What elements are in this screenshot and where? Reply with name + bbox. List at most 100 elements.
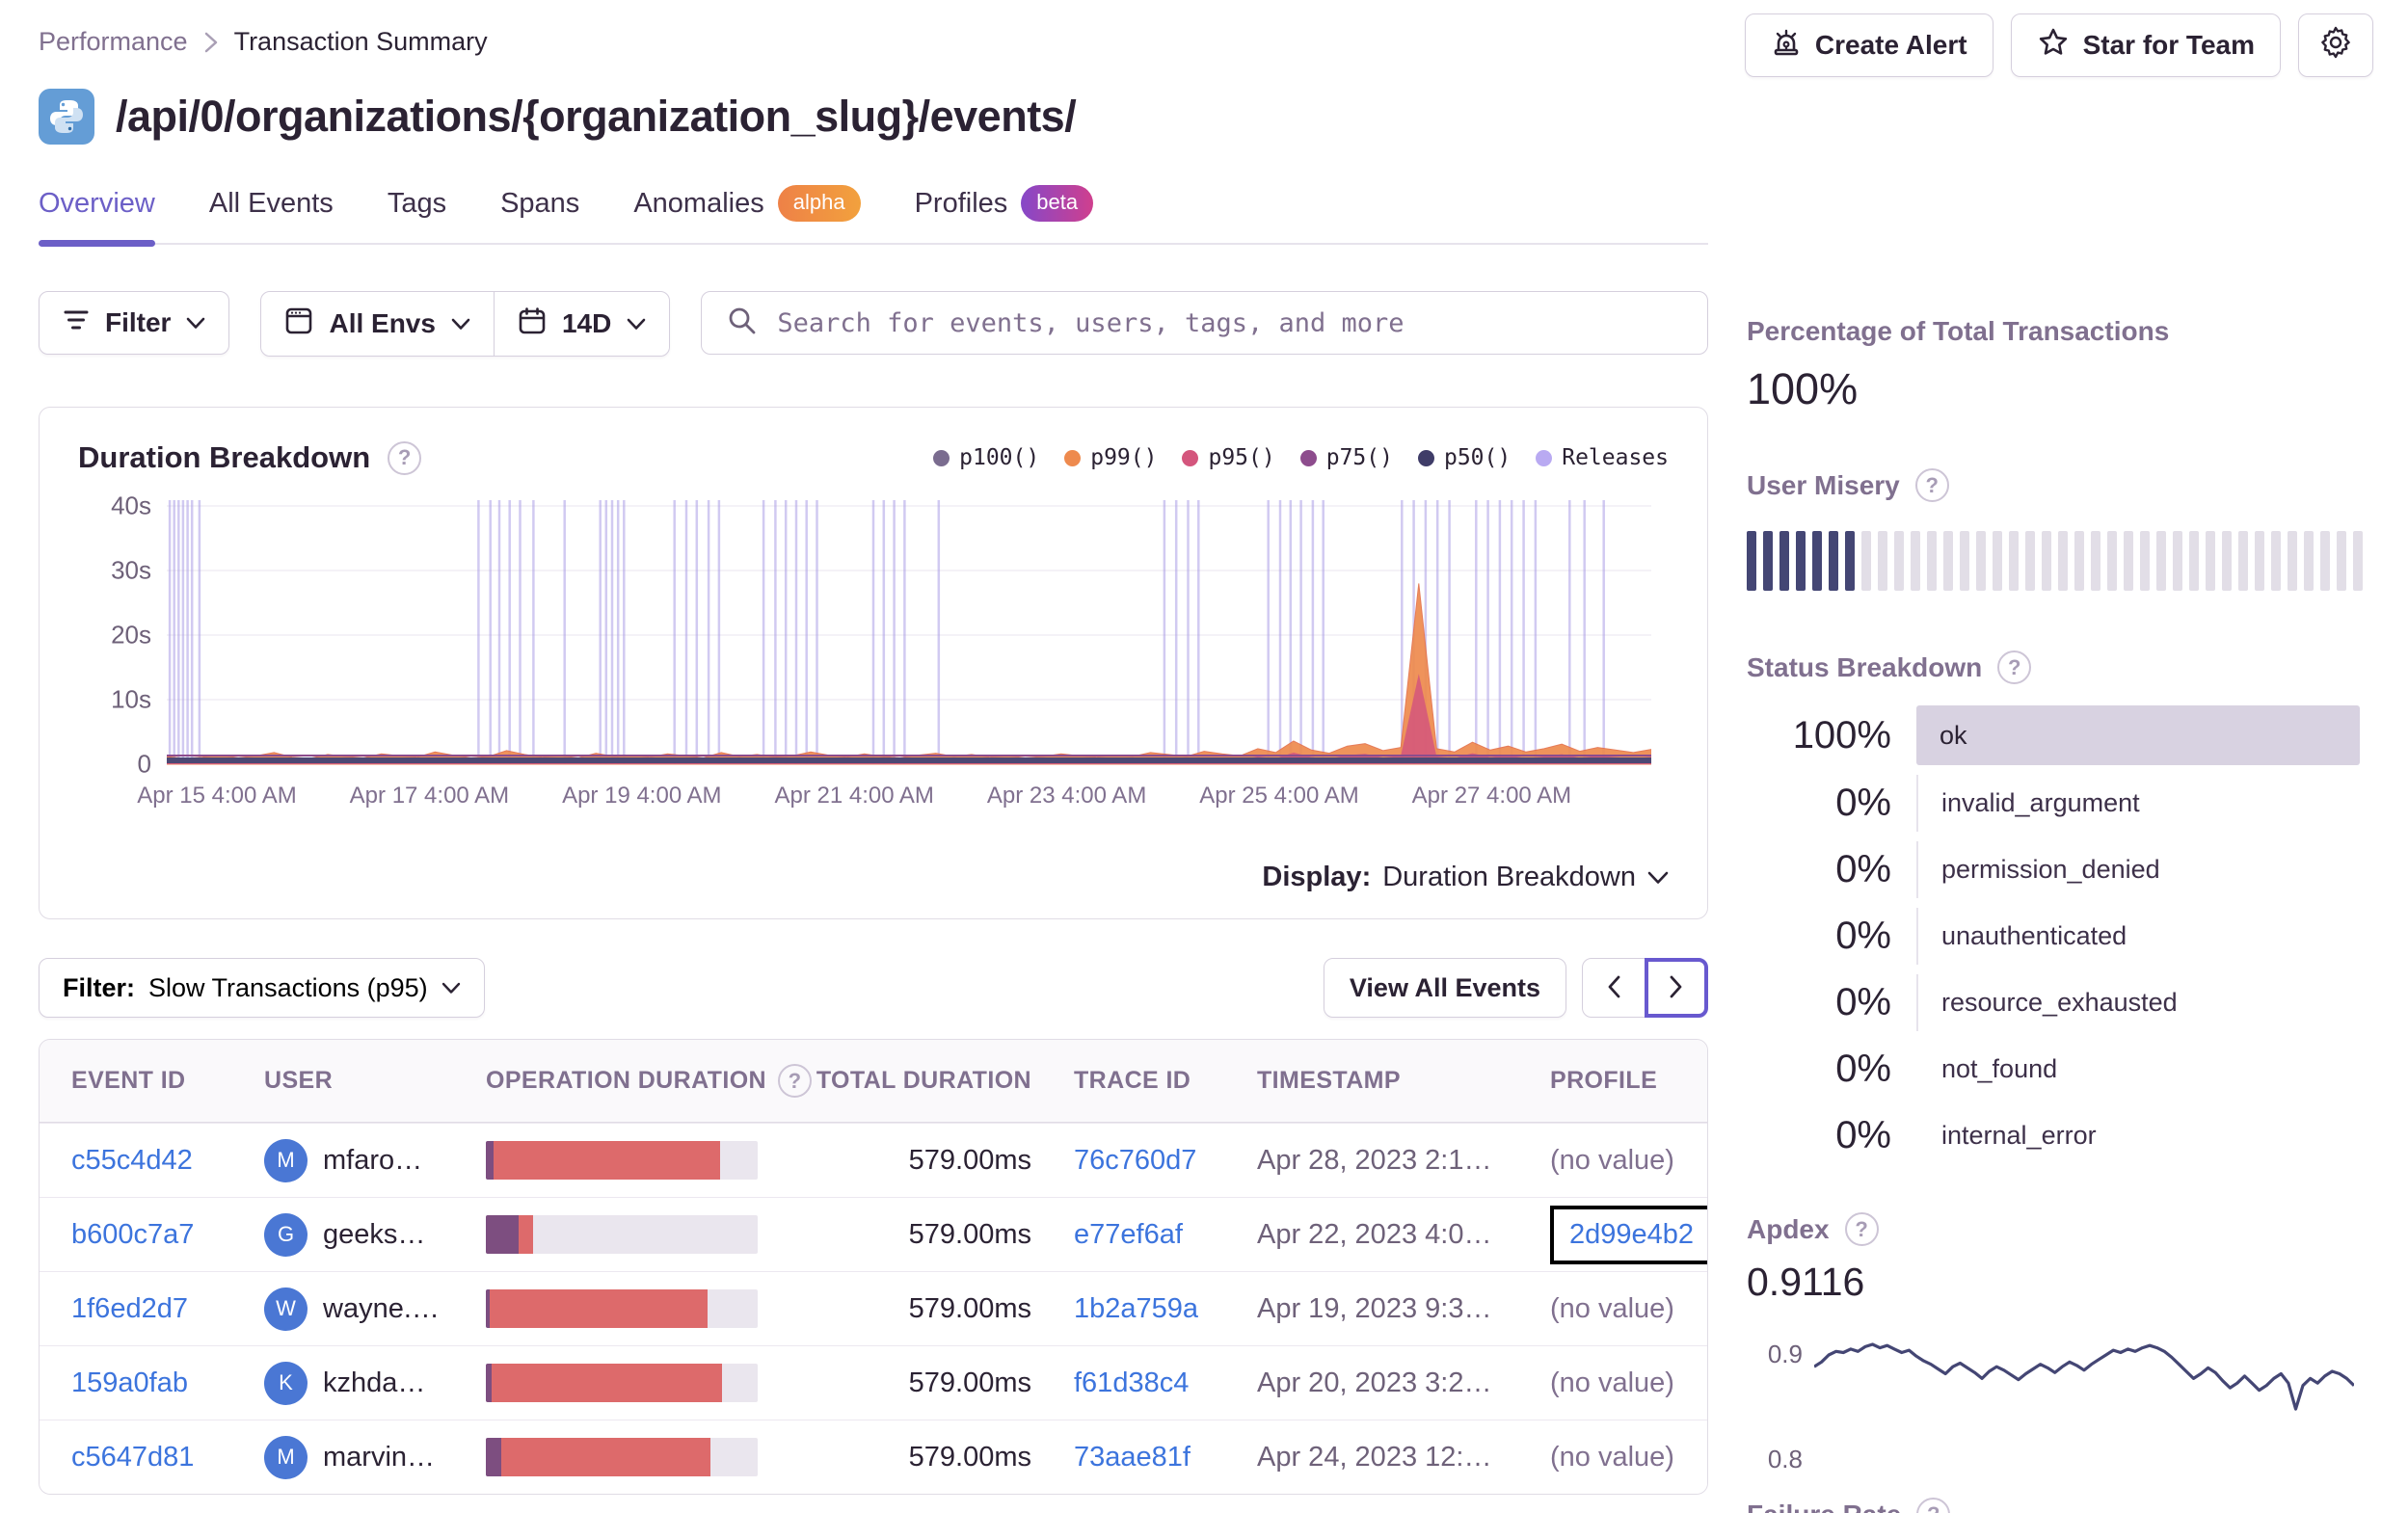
transaction-summary-page: Performance Transaction Summary Create A… (0, 0, 2408, 1513)
tab-bar: Overview All Events Tags Spans Anomalies… (39, 185, 1708, 247)
total-duration: 579.00ms (908, 1292, 1031, 1324)
y-axis-labels: 40s 30s 20s 10s 0 (111, 491, 151, 779)
display-dropdown[interactable]: Display: Duration Breakdown (78, 862, 1669, 893)
trace-id-link[interactable]: 76c760d7 (1074, 1145, 1257, 1177)
legend-item[interactable]: p75() (1299, 445, 1393, 470)
misery-tick (1878, 531, 1887, 591)
misery-tick (1812, 531, 1822, 591)
apdex-y-top: 0.9 (1767, 1340, 1803, 1368)
avatar: M (264, 1138, 308, 1182)
tab-all-events[interactable]: All Events (209, 185, 334, 243)
tab-spans[interactable]: Spans (500, 185, 579, 243)
misery-tick (2091, 531, 2100, 591)
misery-tick (1779, 531, 1789, 591)
misery-tick (1927, 531, 1937, 591)
legend-dot (933, 449, 950, 466)
trace-id-link[interactable]: 1b2a759a (1074, 1293, 1257, 1325)
event-id-link[interactable]: c5647d81 (71, 1442, 264, 1473)
help-icon[interactable] (1844, 1212, 1879, 1246)
status-row: 0% resource_exhausted (1747, 974, 2360, 1031)
avatar: W (264, 1287, 308, 1331)
tab-profiles[interactable]: Profiles beta (915, 185, 1094, 243)
total-duration: 579.00ms (908, 1144, 1031, 1176)
chevron-left-icon (1606, 974, 1621, 1002)
misery-tick (1960, 531, 1969, 591)
timestamp: Apr 24, 2023 12:… (1257, 1441, 1492, 1473)
status-label: resource_exhausted (1916, 974, 2360, 1031)
help-icon[interactable] (1916, 1498, 1951, 1513)
star-for-team-button[interactable]: Star for Team (2010, 13, 2281, 77)
event-id-link[interactable]: c55c4d42 (71, 1145, 264, 1177)
help-icon[interactable] (1914, 468, 1949, 502)
profile-link[interactable]: 2d99e4b2 (1569, 1219, 1694, 1251)
chart-title: Duration Breakdown (78, 440, 371, 474)
legend-item[interactable]: Releases (1536, 445, 1669, 470)
date-range-dropdown[interactable]: 14D (494, 292, 670, 356)
next-page-button[interactable] (1645, 958, 1708, 1018)
display-value: Duration Breakdown (1382, 862, 1636, 892)
profile-highlight-box: 2d99e4b2 (1550, 1205, 1707, 1264)
total-duration: 579.00ms (908, 1367, 1031, 1398)
view-all-events-button[interactable]: View All Events (1323, 958, 1566, 1018)
timestamp: Apr 19, 2023 9:3… (1257, 1292, 1492, 1324)
profile-value: (no value) (1550, 1441, 1674, 1473)
help-icon[interactable] (778, 1064, 812, 1098)
event-id-link[interactable]: b600c7a7 (71, 1219, 264, 1251)
legend-item[interactable]: p99() (1064, 445, 1157, 470)
misery-tick (2107, 531, 2117, 591)
filter-dropdown[interactable]: Filter (39, 291, 230, 355)
trace-id-link[interactable]: f61d38c4 (1074, 1367, 1257, 1399)
misery-tick (1796, 531, 1806, 591)
avatar: K (264, 1361, 308, 1405)
legend-item[interactable]: p100() (933, 445, 1039, 470)
search-box (701, 291, 1708, 355)
event-id-link[interactable]: 159a0fab (71, 1367, 264, 1399)
breadcrumb-transaction-summary: Transaction Summary (233, 27, 488, 56)
breadcrumb-performance[interactable]: Performance (39, 27, 188, 57)
status-row: 0% invalid_argument (1747, 775, 2360, 832)
operation-duration-bar (486, 1364, 758, 1402)
legend-item[interactable]: p95() (1182, 445, 1275, 470)
window-icon (284, 306, 313, 342)
slow-transactions-filter[interactable]: Filter: Slow Transactions (p95) (39, 958, 485, 1018)
misery-tick (2288, 531, 2297, 591)
previous-page-button[interactable] (1582, 958, 1645, 1018)
status-breakdown-title: Status Breakdown (1747, 651, 1983, 682)
x-axis-labels: Apr 15 4:00 AM Apr 17 4:00 AM Apr 19 4:00 … (137, 783, 1572, 809)
misery-tick (2320, 531, 2330, 591)
environment-dropdown[interactable]: All Envs (261, 292, 494, 356)
chevron-right-icon (203, 30, 219, 55)
user-name: wayne.… (323, 1292, 440, 1324)
status-breakdown-section: Status Breakdown 100% ok 0% invalid_argu… (1747, 650, 2360, 1164)
misery-tick (1943, 531, 1953, 591)
misery-tick (1763, 531, 1773, 591)
event-id-link[interactable]: 1f6ed2d7 (71, 1293, 264, 1325)
create-alert-button[interactable]: Create Alert (1744, 13, 1993, 77)
chevron-down-icon (451, 318, 470, 331)
help-icon[interactable] (388, 440, 422, 475)
search-input[interactable] (777, 307, 1682, 338)
misery-tick (2189, 531, 2199, 591)
col-total-duration: TOTAL DURATION (816, 1067, 1031, 1094)
search-icon (727, 305, 758, 341)
status-pct: 0% (1835, 1048, 1891, 1090)
timestamp: Apr 20, 2023 3:2… (1257, 1367, 1492, 1398)
misery-tick (2074, 531, 2084, 591)
star-for-team-label: Star for Team (2082, 30, 2255, 60)
trace-id-link[interactable]: e77ef6af (1074, 1219, 1257, 1251)
tab-tags[interactable]: Tags (388, 185, 446, 243)
help-icon[interactable] (1997, 650, 2032, 684)
apdex-title: Apdex (1747, 1213, 1830, 1244)
trace-id-link[interactable]: 73aae81f (1074, 1442, 1257, 1473)
tab-anomalies[interactable]: Anomalies alpha (633, 185, 861, 243)
pct-transactions-value: 100% (1747, 364, 1859, 413)
events-toolbar: Filter: Slow Transactions (p95) View All… (39, 958, 1708, 1018)
settings-button[interactable] (2298, 13, 2373, 77)
status-pct: 0% (1835, 915, 1891, 957)
legend-item[interactable]: p50() (1417, 445, 1511, 470)
calendar-icon (518, 306, 547, 342)
create-alert-label: Create Alert (1814, 30, 1967, 60)
duration-breakdown-card: Duration Breakdown p100() p99() p95() p75()… (39, 407, 1708, 919)
tab-overview[interactable]: Overview (39, 185, 155, 247)
top-bar: Performance Transaction Summary Create A… (0, 0, 2408, 77)
